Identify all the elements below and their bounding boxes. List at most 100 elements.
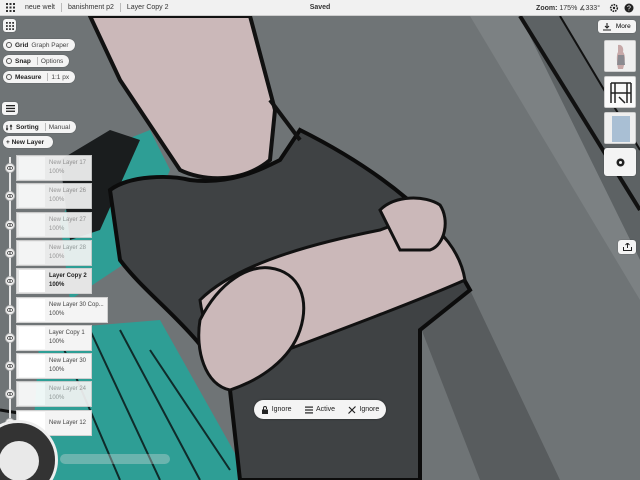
layer-thumbnail xyxy=(19,185,45,207)
lock-icon xyxy=(261,405,268,414)
layer-visibility-toggle[interactable] xyxy=(5,333,15,343)
color-picker[interactable] xyxy=(0,441,39,480)
grid-icon xyxy=(5,21,14,30)
grid-option[interactable]: Graph Paper xyxy=(31,42,68,49)
snap-label: Snap xyxy=(15,57,31,65)
layer-name: New Layer 28 xyxy=(49,245,87,251)
gallery-button[interactable] xyxy=(4,2,16,14)
layer-name: New Layer 17 xyxy=(49,160,87,166)
layer-opacity: 100% xyxy=(49,282,65,288)
breadcrumb-document[interactable]: banishment p2 xyxy=(62,3,121,12)
eye-icon xyxy=(7,251,13,255)
more-button[interactable]: More xyxy=(598,20,636,33)
layer-row[interactable]: Layer Copy 2 100% xyxy=(16,268,92,294)
sorting-value[interactable]: Manual xyxy=(49,124,70,131)
layer-name: Layer Copy 2 xyxy=(49,273,87,279)
layer-name: New Layer 30 Cop... xyxy=(49,302,104,308)
layer-row[interactable]: New Layer 24 100% xyxy=(16,381,92,407)
reference-thumbnail-1[interactable] xyxy=(604,40,636,72)
selection-options-bar: Ignore Active Ignore xyxy=(254,400,386,419)
reference-chair-image xyxy=(605,77,635,107)
layer-visibility-toggle[interactable] xyxy=(5,163,15,173)
layer-name: New Layer 12 xyxy=(49,419,87,426)
snap-toggle[interactable]: Snap Options xyxy=(3,55,70,67)
transform-ignore-toggle[interactable]: Ignore xyxy=(348,405,379,414)
layer-row[interactable]: New Layer 17 100% xyxy=(16,155,92,181)
layer-opacity: 100% xyxy=(49,367,65,373)
eye-icon xyxy=(7,223,13,227)
eye-icon xyxy=(7,279,13,283)
breadcrumb-project[interactable]: neue welt xyxy=(19,3,62,12)
layer-thumbnail xyxy=(19,157,45,179)
layer-row[interactable]: New Layer 26 100% xyxy=(16,183,92,209)
share-icon xyxy=(622,243,632,251)
menu-icon xyxy=(5,105,15,112)
layer-thumbnail xyxy=(19,270,45,292)
settings-icon xyxy=(609,3,619,13)
layer-name: New Layer 24 xyxy=(49,386,87,392)
breadcrumb: neue welt banishment p2 Layer Copy 2 xyxy=(4,2,175,14)
eye-icon xyxy=(7,194,13,198)
breadcrumb-layer[interactable]: Layer Copy 2 xyxy=(121,3,175,12)
layer-visibility-toggle[interactable] xyxy=(5,191,15,201)
snap-option[interactable]: Options xyxy=(41,58,63,65)
layer-thumbnail xyxy=(19,214,45,236)
new-layer-label: + New Layer xyxy=(6,138,45,146)
measure-label: Measure xyxy=(15,73,42,81)
sorting-label: Sorting xyxy=(16,123,39,131)
layer-row[interactable]: New Layer 27 100% xyxy=(16,212,92,238)
help-button[interactable]: ? xyxy=(623,2,635,14)
layer-thumbnail xyxy=(19,299,45,321)
measure-toggle[interactable]: Measure 1:1 px xyxy=(3,71,76,83)
reference-figure-image xyxy=(605,41,635,71)
layer-thumbnail xyxy=(19,327,45,349)
layer-row[interactable]: New Layer 30 100% xyxy=(16,353,92,379)
layer-opacity: 100% xyxy=(49,339,65,345)
toggle-icon xyxy=(6,42,12,48)
layer-opacity: 100% xyxy=(49,254,65,260)
lock-label: Ignore xyxy=(271,406,292,413)
toggle-icon xyxy=(6,58,12,64)
brush-size-slider[interactable] xyxy=(60,454,170,464)
layer-name: New Layer 30 xyxy=(49,358,87,364)
zoom-readout[interactable]: Zoom: 175% ∡333° xyxy=(536,4,600,12)
layer-opacity: 100% xyxy=(49,311,65,317)
transform-icon xyxy=(348,405,357,414)
settings-button[interactable] xyxy=(608,2,620,14)
grid-toggle[interactable]: Grid Graph Paper xyxy=(3,39,75,51)
layer-visibility-toggle[interactable] xyxy=(5,361,15,371)
layer-visibility-toggle[interactable] xyxy=(5,248,15,258)
layer-visibility-toggle[interactable] xyxy=(5,276,15,286)
eye-icon xyxy=(7,336,13,340)
layer-thumbnail xyxy=(19,383,45,405)
measure-option[interactable]: 1:1 px xyxy=(51,74,69,81)
layer-row[interactable]: New Layer 28 100% xyxy=(16,240,92,266)
layer-name: New Layer 27 xyxy=(49,217,87,223)
reference-thumbnail-2[interactable] xyxy=(604,76,636,108)
layer-visibility-toggle[interactable] xyxy=(5,389,15,399)
sorting-control[interactable]: Sorting Manual xyxy=(3,121,77,133)
canvas-grid-button[interactable] xyxy=(3,19,16,32)
layers-menu-button[interactable] xyxy=(2,102,18,115)
layer-row[interactable]: New Layer 30 Cop... 100% xyxy=(16,297,108,323)
more-label: More xyxy=(615,23,631,30)
grid-label: Grid xyxy=(15,41,29,49)
layer-thumbnail xyxy=(19,242,45,264)
new-layer-button[interactable]: + New Layer xyxy=(3,136,54,148)
eye-icon xyxy=(7,166,13,170)
layer-thumbnail xyxy=(19,355,45,377)
layer-name: New Layer 26 xyxy=(49,188,87,194)
layer-visibility-toggle[interactable] xyxy=(5,220,15,230)
eye-icon xyxy=(7,392,13,396)
layers-active-toggle[interactable]: Active xyxy=(304,406,335,414)
layer-opacity: 100% xyxy=(49,226,65,232)
layer-visibility-toggle[interactable] xyxy=(5,305,15,315)
reference-thumbnail-3[interactable] xyxy=(604,112,636,144)
layer-row[interactable]: Layer Copy 1 100% xyxy=(16,325,92,351)
zoom-value: 175% ∡333° xyxy=(559,5,600,12)
zoom-label: Zoom: xyxy=(536,5,558,12)
record-button[interactable] xyxy=(604,148,636,176)
lock-ignore-toggle[interactable]: Ignore xyxy=(261,405,292,414)
eye-icon xyxy=(7,308,13,312)
export-button[interactable] xyxy=(618,240,636,254)
